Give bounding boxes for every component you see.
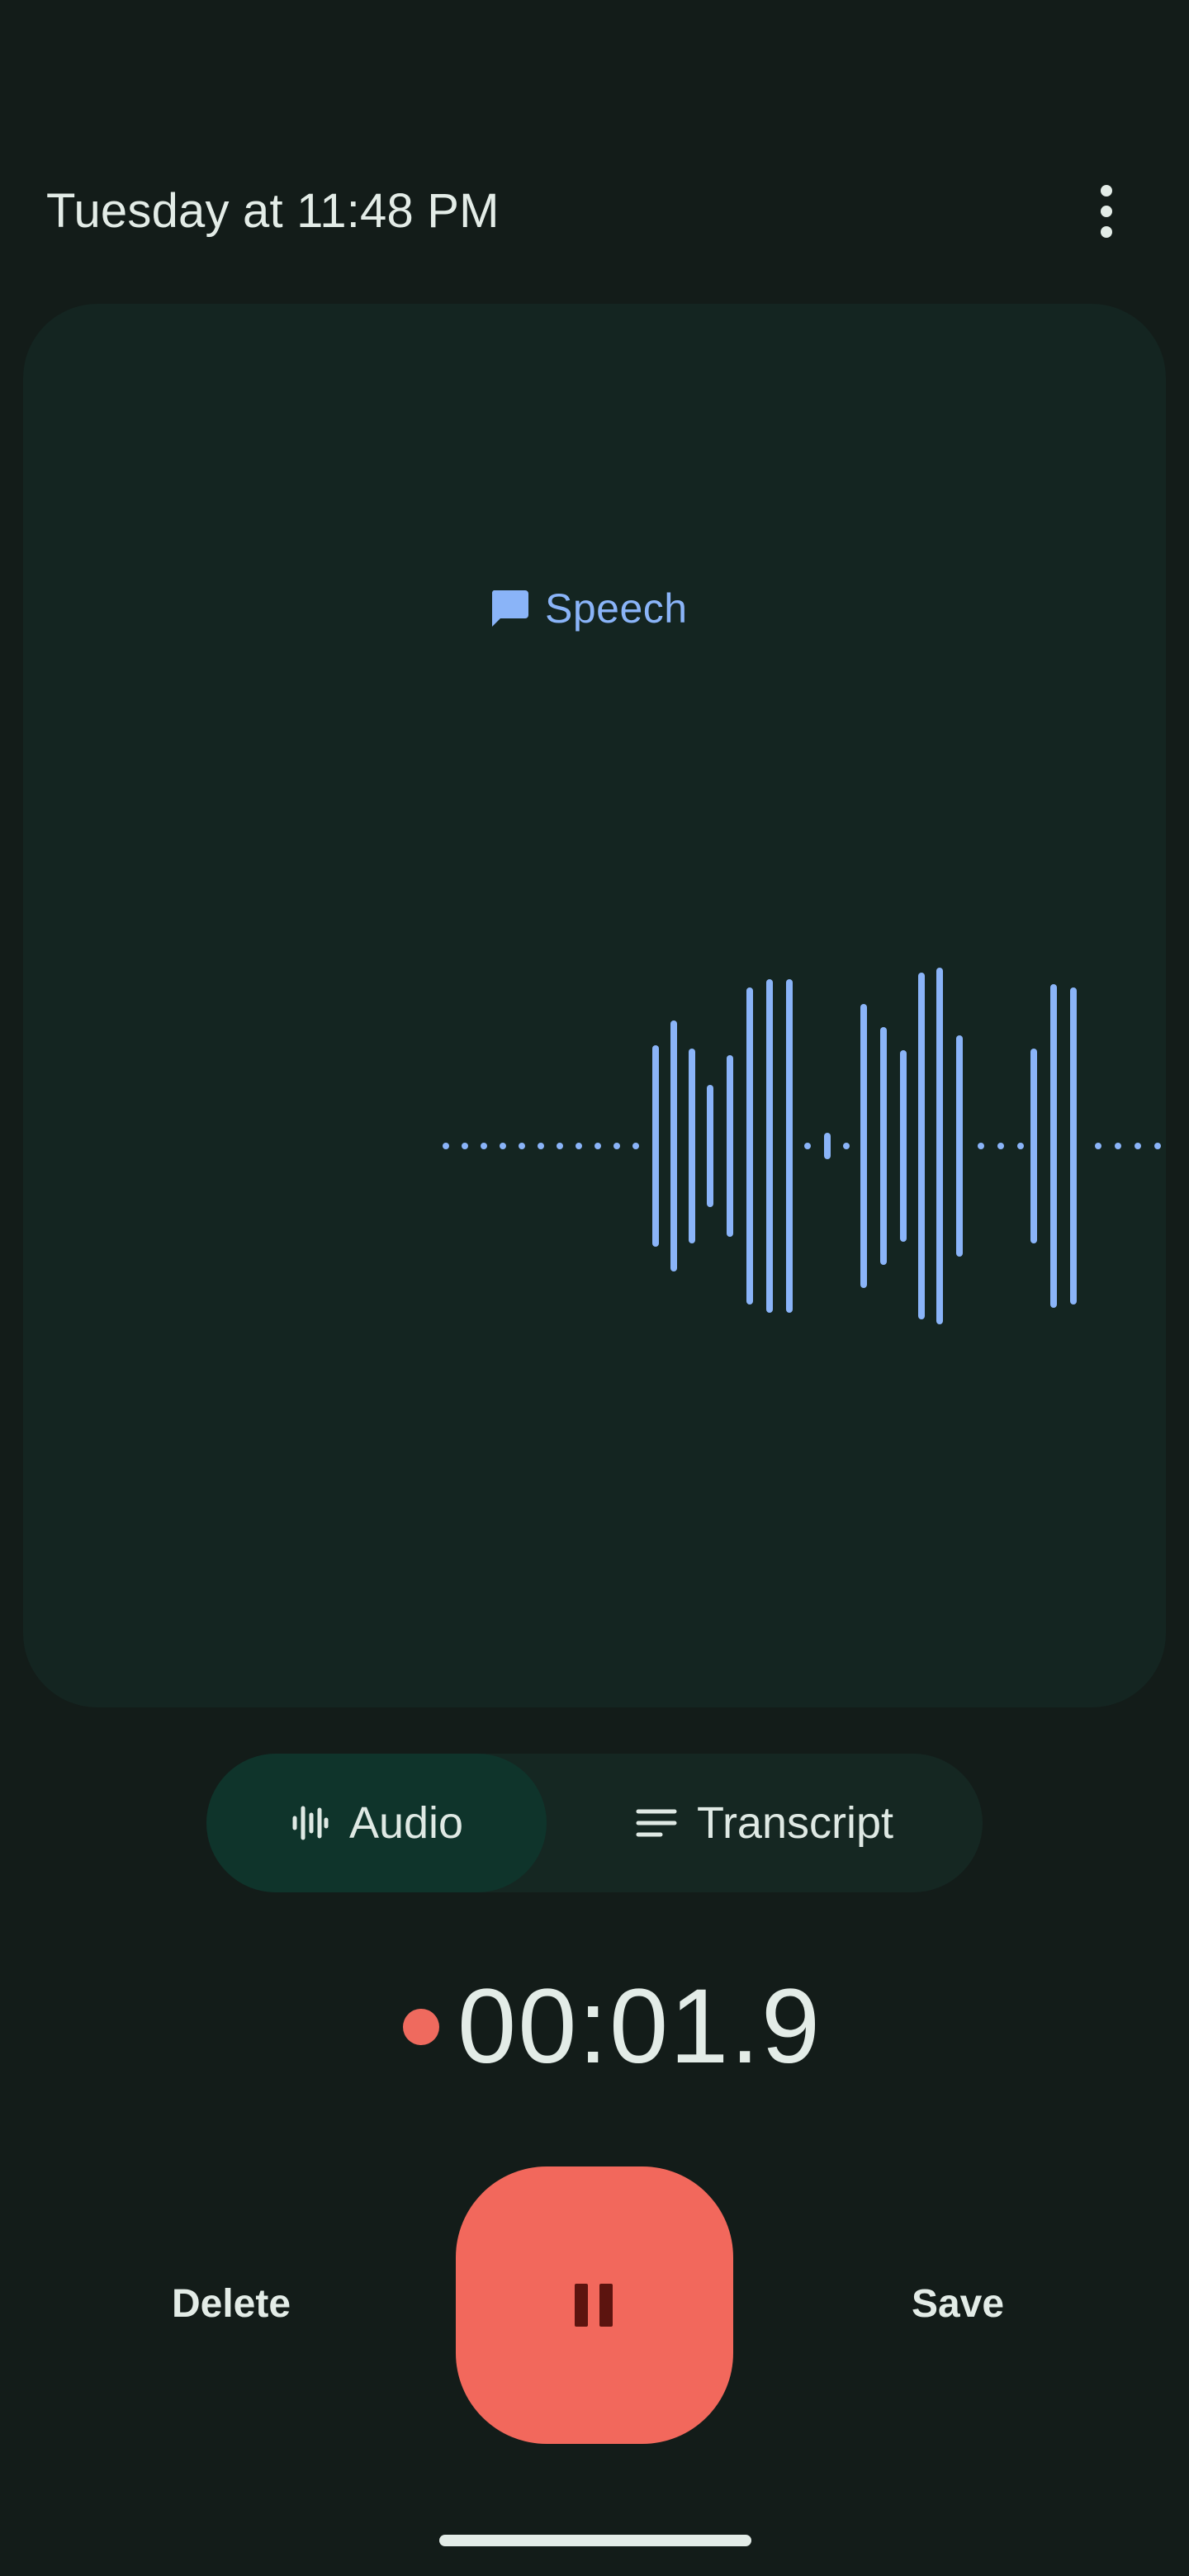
waveform-dot — [1095, 1143, 1101, 1149]
waveform-dot — [843, 1143, 850, 1149]
waveform-dot — [538, 1143, 544, 1149]
waveform-dot — [500, 1143, 506, 1149]
save-button[interactable]: Save — [875, 2271, 1040, 2337]
waveform-dot — [613, 1143, 620, 1149]
tab-audio[interactable]: Audio — [206, 1754, 547, 1892]
tab-transcript-label: Transcript — [696, 1798, 894, 1848]
waveform-dot — [443, 1143, 449, 1149]
tab-transcript[interactable]: Transcript — [547, 1754, 983, 1892]
waveform-dot — [481, 1143, 487, 1149]
waveform-icon — [292, 1806, 329, 1840]
tab-audio-label: Audio — [348, 1798, 464, 1848]
elapsed-time: 00:01.9 — [457, 1968, 822, 2086]
pause-icon — [575, 2284, 613, 2327]
waveform-dot — [594, 1143, 601, 1149]
pause-button[interactable] — [456, 2166, 733, 2444]
waveform-dot — [632, 1143, 639, 1149]
waveform-dot — [978, 1143, 984, 1149]
waveform-dot — [1135, 1143, 1141, 1149]
waveform-dot — [1017, 1143, 1024, 1149]
waveform-dot — [576, 1143, 582, 1149]
delete-button[interactable]: Delete — [149, 2271, 314, 2337]
waveform-dot — [1154, 1143, 1161, 1149]
mode-toggle: Audio Transcript — [206, 1754, 983, 1892]
waveform-dot — [557, 1143, 563, 1149]
home-indicator[interactable] — [439, 2535, 751, 2546]
recording-indicator — [403, 2009, 439, 2045]
waveform-dot — [997, 1143, 1004, 1149]
lines-icon — [636, 1809, 677, 1837]
waveform-dot — [804, 1143, 811, 1149]
waveform-dot — [1115, 1143, 1121, 1149]
waveform-dot — [462, 1143, 468, 1149]
waveform-dot — [519, 1143, 525, 1149]
recording-timer: 00:01.9 — [403, 1965, 820, 2089]
